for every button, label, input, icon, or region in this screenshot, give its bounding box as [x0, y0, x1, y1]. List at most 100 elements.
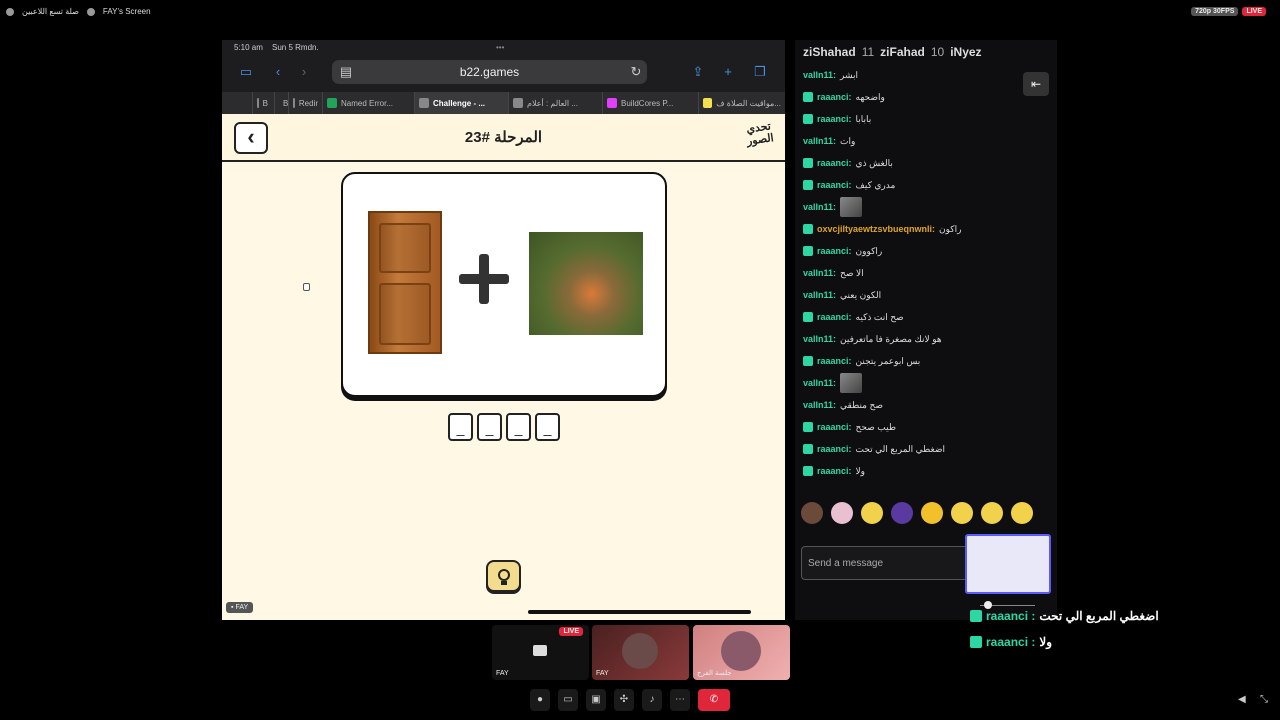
chat-message: raaanci: مدري كيف: [803, 174, 1053, 196]
collapse-chat-button[interactable]: ⇤: [1023, 72, 1049, 96]
tab-label: مواقيت الصلاة ف...: [716, 98, 781, 108]
browser-tab[interactable]: Redir: [288, 92, 322, 114]
chat-username[interactable]: valln11:: [803, 70, 836, 80]
emote-icon[interactable]: [921, 502, 943, 524]
chat-username[interactable]: valln11:: [803, 378, 836, 388]
user-tag: ▪ FAY: [226, 602, 254, 613]
tab-favicon: [293, 98, 295, 108]
screen-share-button[interactable]: ▣: [586, 689, 606, 711]
chat-text: اضغطي المربع الي تحت: [855, 443, 946, 454]
chat-text: بابابا: [855, 113, 872, 124]
address-bar[interactable]: ▤ b22.games ↻: [332, 60, 647, 84]
emote-icon[interactable]: [861, 502, 883, 524]
sidebar-icon[interactable]: ▭: [238, 65, 254, 79]
chat-username[interactable]: raaanci:: [817, 92, 852, 102]
viewer-name[interactable]: iNyez: [950, 45, 981, 59]
quality-badge: 720p 30FPS: [1191, 7, 1239, 16]
screen-preview-thumbnail[interactable]: [965, 534, 1051, 594]
user-badge-icon: [803, 356, 813, 366]
emote-icon[interactable]: [951, 502, 973, 524]
chat-message: raaanci: واضحهه: [803, 86, 1053, 108]
share-icon[interactable]: ⇪: [690, 65, 706, 79]
game-logo: تحدي الصور: [745, 119, 775, 148]
browser-tab[interactable]: العالم : أعلام ...: [508, 92, 602, 114]
answer-slot[interactable]: _: [535, 413, 560, 441]
chat-username[interactable]: raaanci:: [817, 356, 852, 366]
chat-message: valln11: وات: [803, 130, 1053, 152]
multitask-icon[interactable]: •••: [496, 43, 504, 52]
tab-label: العالم : أعلام ...: [527, 98, 578, 108]
status-time: 5:10 am: [234, 43, 263, 52]
disconnect-button[interactable]: ✆: [698, 689, 730, 711]
participant-tile[interactable]: جلسة الفرج: [693, 625, 790, 680]
volume-icon[interactable]: ◀: [1238, 694, 1246, 705]
chat-message: raaanci: طيب صحح: [803, 416, 1053, 438]
emote-icon[interactable]: [801, 502, 823, 524]
chat-username[interactable]: valln11:: [803, 290, 836, 300]
chat-input-placeholder: Send a message: [808, 558, 884, 569]
user-badge-icon: [803, 466, 813, 476]
browser-tab[interactable]: Named Error...: [322, 92, 414, 114]
forward-icon[interactable]: ›: [296, 65, 312, 79]
soundboard-icon[interactable]: ♪: [642, 689, 662, 711]
activities-icon[interactable]: ✣: [614, 689, 634, 711]
chat-username[interactable]: raaanci:: [817, 312, 852, 322]
browser-tab[interactable]: B: [274, 92, 288, 114]
user-badge-icon: [803, 114, 813, 124]
viewer-name[interactable]: ziShahad: [803, 45, 856, 59]
reload-icon[interactable]: ↻: [628, 65, 644, 79]
emote-icon[interactable]: [1011, 502, 1033, 524]
camera-off-icon[interactable]: ▭: [558, 689, 578, 711]
chat-username[interactable]: valln11:: [803, 136, 836, 146]
shared-screen: 5:10 am Sun 5 Rmdn. ••• ▭ ‹ › ▤ b22.game…: [222, 40, 785, 620]
more-icon[interactable]: ⋯: [670, 689, 690, 711]
viewer-name[interactable]: ziFahad: [880, 45, 925, 59]
tile-label: جلسة الفرج: [697, 670, 732, 677]
plus-icon: [459, 254, 509, 304]
chat-username[interactable]: raaanci:: [817, 180, 852, 190]
back-icon[interactable]: ‹: [270, 65, 286, 79]
participant-tile[interactable]: LIVE FAY: [492, 625, 589, 680]
microphone-icon[interactable]: ●: [530, 689, 550, 711]
screen-share-icon: [533, 645, 547, 656]
chat-message: raaanci: بالغش ذي: [803, 152, 1053, 174]
emote-icon[interactable]: [981, 502, 1003, 524]
answer-slot[interactable]: _: [448, 413, 473, 441]
hint-button[interactable]: [486, 560, 521, 592]
tabs-overview-icon[interactable]: ❐: [752, 65, 768, 79]
fullscreen-icon[interactable]: ⤡: [1260, 694, 1268, 705]
status-date: Sun 5 Rmdn.: [272, 43, 319, 52]
chat-username[interactable]: valln11:: [803, 400, 836, 410]
new-tab-icon[interactable]: +: [720, 65, 736, 79]
chat-username[interactable]: raaanci:: [817, 158, 852, 168]
chat-username[interactable]: valln11:: [803, 202, 836, 212]
chat-username[interactable]: raaanci:: [817, 114, 852, 124]
chat-username[interactable]: valln11:: [803, 334, 836, 344]
tab-favicon: [327, 98, 337, 108]
chat-text: صح منطقي: [840, 399, 883, 410]
answer-slot[interactable]: _: [477, 413, 502, 441]
chat-input[interactable]: Send a message: [801, 546, 971, 580]
browser-tab[interactable]: Challenge - ...: [414, 92, 508, 114]
chat-username[interactable]: raaanci:: [817, 246, 852, 256]
viewer-rank: 11: [861, 45, 875, 59]
tab-favicon: [513, 98, 523, 108]
browser-tab[interactable]: B: [252, 92, 272, 114]
speaker-icon[interactable]: [6, 7, 14, 16]
browser-tab[interactable]: BuildCores P...: [602, 92, 698, 114]
chat-username[interactable]: oxvcjiltyaewtzsvbueqnwnli:: [817, 224, 935, 234]
participant-tile[interactable]: FAY: [592, 625, 689, 680]
viewer-rank: 10: [930, 45, 945, 59]
pointer-cursor: [303, 283, 310, 291]
chat-username[interactable]: raaanci:: [817, 466, 852, 476]
chat-text: بالغش ذي: [855, 157, 893, 168]
browser-tab[interactable]: مواقيت الصلاة ف...: [698, 92, 785, 114]
emote-icon[interactable]: [891, 502, 913, 524]
user-badge-icon: [803, 158, 813, 168]
emote-icon[interactable]: [831, 502, 853, 524]
user-badge-icon: [803, 444, 813, 454]
chat-username[interactable]: raaanci:: [817, 422, 852, 432]
chat-username[interactable]: valln11:: [803, 268, 836, 278]
chat-username[interactable]: raaanci:: [817, 444, 852, 454]
answer-slot[interactable]: _: [506, 413, 531, 441]
